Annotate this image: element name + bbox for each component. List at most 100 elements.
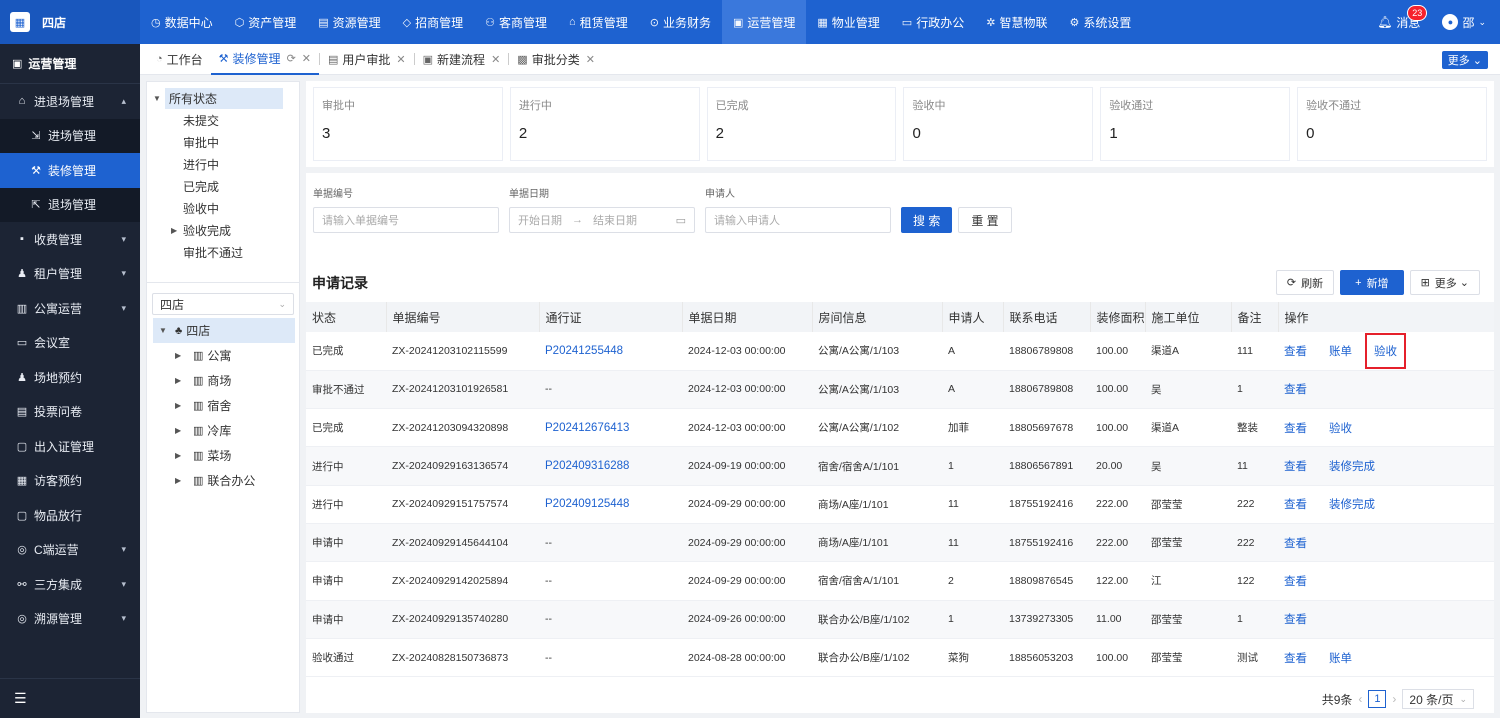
action-账单[interactable]: 账单 bbox=[1329, 343, 1352, 359]
sidebar-item-11[interactable]: ▦ 访客预约 bbox=[0, 464, 140, 499]
action-装修完成[interactable]: 装修完成 bbox=[1329, 458, 1375, 474]
sidebar-item-8[interactable]: ♟ 场地预约 bbox=[0, 360, 140, 395]
topnav-item-2[interactable]: ▤ 资源管理 bbox=[307, 0, 391, 44]
topnav-item-8[interactable]: ▦ 物业管理 bbox=[806, 0, 890, 44]
close-icon[interactable]: ✕ bbox=[396, 53, 405, 66]
status-tree-item-6[interactable]: 审批不通过 bbox=[147, 241, 299, 263]
action-验收[interactable]: 验收 bbox=[1329, 420, 1352, 436]
close-icon[interactable]: ✕ bbox=[302, 52, 311, 65]
sidebar-item-14[interactable]: ⚯ 三方集成 ▾ bbox=[0, 567, 140, 602]
topnav-item-9[interactable]: ▭ 行政办公 bbox=[891, 0, 975, 44]
reset-button[interactable]: 重 置 bbox=[958, 207, 1012, 233]
collapse-menu-button[interactable]: ☰ bbox=[0, 678, 140, 718]
tab-3[interactable]: ▣ 新建流程 ✕ bbox=[415, 44, 509, 75]
sidebar-item-13[interactable]: ◎ C端运营 ▾ bbox=[0, 533, 140, 568]
sidebar-item-1[interactable]: ⇲ 进场管理 bbox=[0, 118, 140, 153]
topnav-item-0[interactable]: ◷ 数据中心 bbox=[140, 0, 224, 44]
action-查看[interactable]: 查看 bbox=[1284, 650, 1307, 666]
tabs-more-button[interactable]: 更多 ⌄ bbox=[1441, 51, 1488, 69]
topnav-item-4[interactable]: ⚇ 客商管理 bbox=[474, 0, 558, 44]
sidebar-item-5[interactable]: ♟ 租户管理 ▾ bbox=[0, 257, 140, 292]
user-menu[interactable]: ● 邵 ⌄ bbox=[1442, 14, 1486, 31]
tab-4[interactable]: ▩ 审批分类 ✕ bbox=[509, 44, 603, 75]
status-tree-item-4[interactable]: 验收中 bbox=[147, 197, 299, 219]
status-tree-item-5[interactable]: ▶ 验收完成 bbox=[147, 219, 299, 241]
records-title: 申请记录 bbox=[312, 275, 368, 291]
topnav-item-11[interactable]: ⚙ 系统设置 bbox=[1058, 0, 1142, 44]
action-装修完成[interactable]: 装修完成 bbox=[1329, 496, 1375, 512]
add-button[interactable]: + 新增 bbox=[1340, 270, 1404, 295]
tab-1[interactable]: ⚒ 装修管理 ⟳ ✕ bbox=[210, 44, 319, 75]
org-tree-item-2[interactable]: ▶ ▥ 宿舍 bbox=[147, 393, 299, 418]
refresh-icon[interactable]: ⟳ bbox=[287, 52, 296, 65]
tab-0[interactable]: ◔ 工作台 bbox=[140, 44, 211, 75]
store-select[interactable]: 四店 ⌄ bbox=[152, 293, 294, 315]
topnav-item-1[interactable]: ⬡ 资产管理 bbox=[224, 0, 308, 44]
search-button[interactable]: 搜 索 bbox=[901, 207, 953, 233]
next-page-button[interactable]: › bbox=[1392, 692, 1396, 706]
action-查看[interactable]: 查看 bbox=[1284, 535, 1307, 551]
org-tree-item-1[interactable]: ▶ ▥ 商场 bbox=[147, 368, 299, 393]
org-tree-item-0[interactable]: ▶ ▥ 公寓 bbox=[147, 343, 299, 368]
action-查看[interactable]: 查看 bbox=[1284, 573, 1307, 589]
stat-card-2[interactable]: 已完成 2 bbox=[706, 87, 897, 161]
close-icon[interactable]: ✕ bbox=[491, 53, 500, 66]
pass-link[interactable]: P202409125448 bbox=[545, 498, 629, 510]
room-cell: 宿舍/宿舍A/1/101 bbox=[812, 561, 942, 601]
action-查看[interactable]: 查看 bbox=[1284, 496, 1307, 512]
topnav-item-10[interactable]: ✲ 智慧物联 bbox=[975, 0, 1058, 44]
date-range-input[interactable]: 开始日期 → 结束日期 ▭ bbox=[509, 207, 695, 233]
sidebar-item-3[interactable]: ⇱ 退场管理 bbox=[0, 187, 140, 222]
stat-card-1[interactable]: 进行中 2 bbox=[509, 87, 700, 161]
sidebar-item-0[interactable]: ⌂ 进退场管理 ▴ bbox=[0, 84, 140, 119]
sidebar-item-12[interactable]: ▢ 物品放行 bbox=[0, 498, 140, 533]
action-查看[interactable]: 查看 bbox=[1284, 343, 1307, 359]
stat-card-4[interactable]: 验收通过 1 bbox=[1100, 87, 1291, 161]
stat-card-5[interactable]: 验收不通过 0 bbox=[1297, 87, 1487, 161]
status-tree-item-0[interactable]: 未提交 bbox=[147, 109, 299, 131]
status-tree-item-3[interactable]: 已完成 bbox=[147, 175, 299, 197]
pass-link[interactable]: P202412676413 bbox=[545, 422, 629, 434]
close-icon[interactable]: ✕ bbox=[586, 53, 595, 66]
doc-icon: ▤ bbox=[328, 53, 339, 66]
page-number[interactable]: 1 bbox=[1368, 690, 1387, 708]
logo[interactable]: ▦ 四店 bbox=[0, 0, 140, 44]
messages[interactable]: 🔔︎ 消息 23 bbox=[1377, 4, 1428, 31]
sidebar-item-9[interactable]: ▤ 投票问卷 bbox=[0, 395, 140, 430]
action-查看[interactable]: 查看 bbox=[1284, 458, 1307, 474]
org-tree-root[interactable]: ▼ ♣ 四店 bbox=[153, 318, 295, 343]
more-button[interactable]: ⊞ 更多 ⌄ bbox=[1409, 270, 1480, 295]
prev-page-button[interactable]: ‹ bbox=[1358, 692, 1362, 706]
doc-no-input[interactable]: 请输入单据编号 bbox=[313, 207, 499, 233]
action-查看[interactable]: 查看 bbox=[1284, 381, 1307, 397]
sidebar-item-label: 三方集成 bbox=[34, 577, 83, 592]
topnav-item-3[interactable]: ◇ 招商管理 bbox=[392, 0, 474, 44]
action-验收[interactable]: 验收 bbox=[1365, 332, 1406, 369]
status-tree-item-2[interactable]: 进行中 bbox=[147, 153, 299, 175]
sidebar-item-7[interactable]: ▭ 会议室 bbox=[0, 326, 140, 361]
pass-link[interactable]: P202409316288 bbox=[545, 460, 629, 472]
stat-card-3[interactable]: 验收中 0 bbox=[903, 87, 1094, 161]
action-查看[interactable]: 查看 bbox=[1284, 611, 1307, 627]
topnav-item-6[interactable]: ⊙ 业务财务 bbox=[639, 0, 722, 44]
stat-card-0[interactable]: 审批中 3 bbox=[313, 87, 503, 161]
topnav-item-7[interactable]: ▣ 运营管理 bbox=[721, 0, 807, 44]
refresh-button[interactable]: ⟳ 刷新 bbox=[1275, 270, 1335, 295]
action-查看[interactable]: 查看 bbox=[1284, 420, 1307, 436]
status-tree-item-1[interactable]: 审批中 bbox=[147, 131, 299, 153]
tab-2[interactable]: ▤ 用户审批 ✕ bbox=[320, 44, 414, 75]
applicant-input[interactable]: 请输入申请人 bbox=[705, 207, 891, 233]
status-tree-root[interactable]: ▼ 所有状态 bbox=[147, 87, 299, 109]
pass-link[interactable]: P20241255448 bbox=[545, 345, 623, 357]
sidebar-item-2[interactable]: ⚒ 装修管理 bbox=[0, 153, 140, 188]
org-tree-item-4[interactable]: ▶ ▥ 菜场 bbox=[147, 443, 299, 468]
sidebar-item-15[interactable]: ◎ 溯源管理 ▾ bbox=[0, 602, 140, 637]
org-tree-item-3[interactable]: ▶ ▥ 冷库 bbox=[147, 418, 299, 443]
page-size-select[interactable]: 20 条/页 ⌄ bbox=[1402, 689, 1474, 709]
topnav-item-5[interactable]: ⌂ 租赁管理 bbox=[558, 0, 639, 44]
sidebar-item-6[interactable]: ▥ 公寓运营 ▾ bbox=[0, 291, 140, 326]
sidebar-item-10[interactable]: ▢ 出入证管理 bbox=[0, 429, 140, 464]
action-账单[interactable]: 账单 bbox=[1329, 650, 1352, 666]
sidebar-item-4[interactable]: ▪ 收费管理 ▾ bbox=[0, 222, 140, 257]
org-tree-item-5[interactable]: ▶ ▥ 联合办公 bbox=[147, 468, 299, 493]
